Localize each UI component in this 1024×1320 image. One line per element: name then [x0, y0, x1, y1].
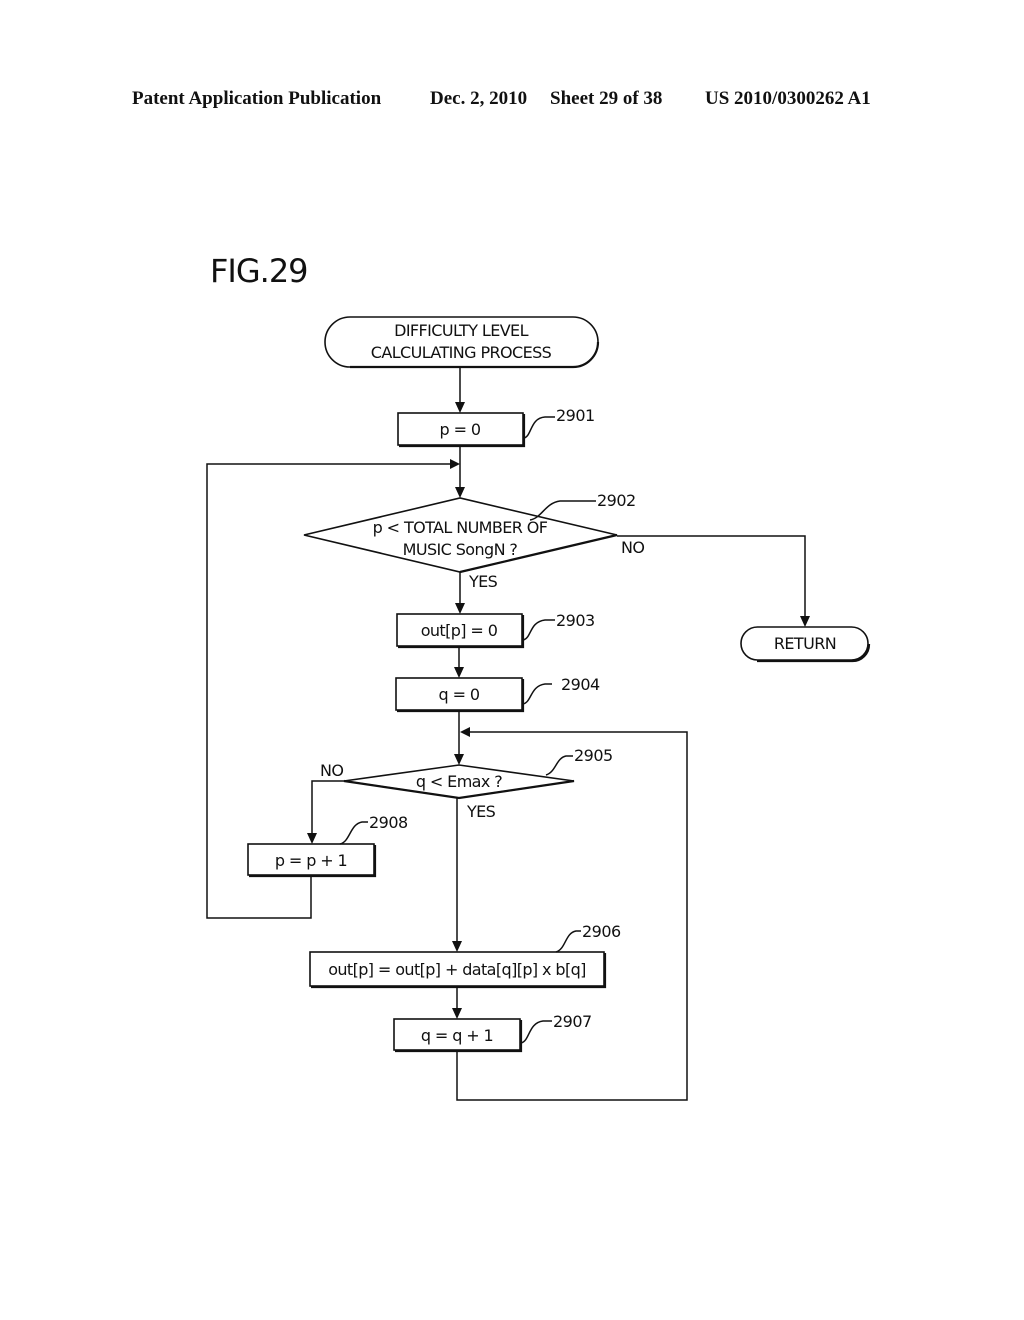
step-2904: q = 0 2904: [395, 675, 601, 713]
start-label-line2: CALCULATING PROCESS: [371, 343, 552, 362]
start-label-line1: DIFFICULTY LEVEL: [394, 321, 528, 340]
ref-2902: 2902: [597, 491, 636, 510]
step-2906-text: out[p] = out[p] + data[q][p] x b[q]: [328, 960, 586, 979]
ref-2908: 2908: [369, 813, 408, 832]
ref-2901: 2901: [556, 406, 595, 425]
ref-leader-2906: [555, 930, 581, 953]
ref-2907: 2907: [553, 1012, 592, 1031]
arrowhead-outer-loop: [450, 459, 460, 469]
decision-2905: q < Emax ? 2905 NO YES: [320, 746, 613, 821]
decision-2902-no-label: NO: [621, 538, 644, 557]
return-label: RETURN: [774, 634, 836, 653]
arrowhead-inner-loop: [460, 727, 470, 737]
connector-2902-return: [617, 535, 806, 618]
flowchart: FIG.29 DIFFICULTY LEVEL CALCULATING PROC…: [206, 252, 871, 1101]
arrowhead-2901: [455, 402, 465, 413]
connector-2905-2908: [311, 780, 344, 835]
start-terminal: DIFFICULTY LEVEL CALCULATING PROCESS: [324, 316, 600, 369]
decision-2905-text: q < Emax ?: [416, 772, 502, 791]
arrowhead-return: [800, 616, 810, 627]
step-2908-text: p = p + 1: [275, 851, 347, 870]
decision-2905-yes-label: YES: [466, 802, 496, 821]
arrowhead-2904: [454, 667, 464, 678]
ref-leader-2903: [522, 619, 555, 641]
ref-leader-2908: [339, 821, 368, 845]
decision-2902-yes-label: YES: [468, 572, 498, 591]
ref-2905: 2905: [574, 746, 613, 765]
arrowhead-2907: [452, 1008, 462, 1019]
arrowhead-2905: [454, 754, 464, 765]
decision-2905-no-label: NO: [320, 761, 343, 780]
ref-2903: 2903: [556, 611, 595, 630]
figure-label: FIG.29: [210, 252, 308, 290]
arrowhead-2902: [455, 487, 465, 498]
step-2903: out[p] = 0 2903: [396, 611, 595, 649]
ref-2904: 2904: [561, 675, 600, 694]
decision-2902-line2: MUSIC SongN ?: [403, 540, 518, 559]
ref-2906: 2906: [582, 922, 621, 941]
step-2906: out[p] = out[p] + data[q][p] x b[q] 2906: [309, 922, 622, 989]
ref-leader-2901: [523, 416, 555, 439]
step-2901-text: p = 0: [440, 420, 481, 439]
ref-leader-2904: [522, 683, 552, 705]
arrowhead-2908: [307, 833, 317, 844]
decision-2902: p < TOTAL NUMBER OF MUSIC SongN ? 2902 N…: [303, 491, 645, 591]
step-2901: p = 0 2901: [397, 406, 595, 448]
step-2907: q = q + 1 2907: [393, 1012, 592, 1053]
ref-leader-2907: [520, 1020, 552, 1044]
arrowhead-2903: [455, 603, 465, 614]
step-2903-text: out[p] = 0: [421, 621, 498, 640]
decision-2902-line1: p < TOTAL NUMBER OF: [373, 518, 548, 537]
return-terminal: RETURN: [740, 626, 871, 663]
step-2908: p = p + 1 2908: [247, 813, 409, 878]
ref-leader-2905: [545, 755, 573, 776]
arrowhead-2906: [452, 941, 462, 952]
step-2907-text: q = q + 1: [421, 1026, 493, 1045]
step-2904-text: q = 0: [439, 685, 480, 704]
